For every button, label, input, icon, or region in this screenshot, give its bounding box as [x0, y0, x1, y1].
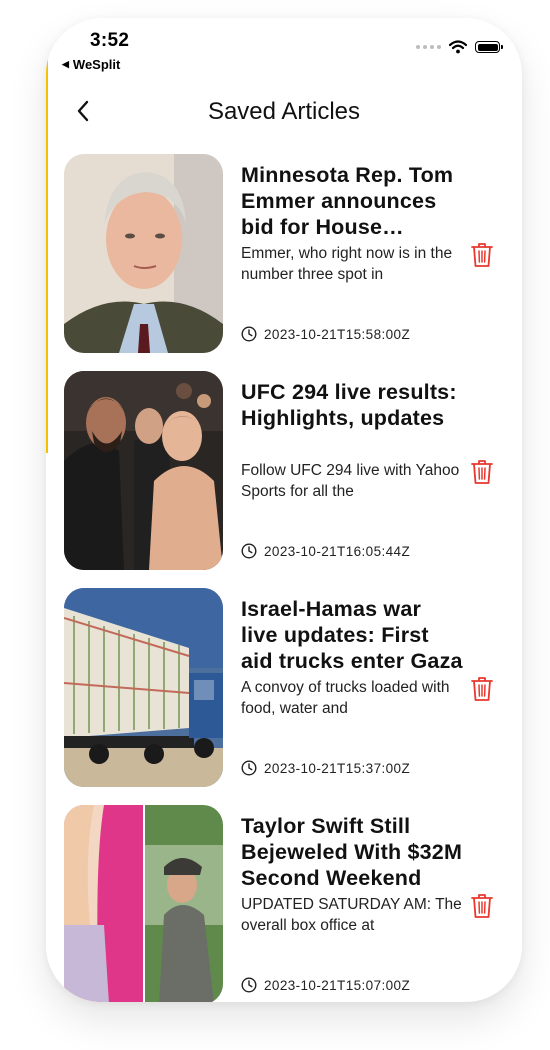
- trash-icon: [471, 894, 493, 918]
- portrait-photo: [64, 154, 223, 353]
- article-timestamp: 2023-10-21T16:05:44Z: [241, 543, 410, 559]
- article-description: Emmer, who right now is in the number th…: [241, 245, 453, 283]
- delete-button[interactable]: [468, 891, 496, 921]
- clock-icon: [241, 326, 257, 342]
- article-row[interactable]: Taylor Swift Still Bejeweled With $32M S…: [64, 805, 504, 1002]
- trash-icon: [471, 677, 493, 701]
- battery-icon: [475, 41, 503, 53]
- delete-button[interactable]: [468, 240, 496, 270]
- delete-button[interactable]: [468, 457, 496, 487]
- article-thumbnail: [64, 154, 223, 353]
- aid-trucks-photo: [64, 588, 223, 787]
- article-timestamp: 2023-10-21T15:37:00Z: [241, 760, 410, 776]
- split-photo: [64, 805, 223, 1002]
- status-bar: 3:52 ◀ WeSplit: [46, 18, 522, 72]
- trash-icon: [471, 243, 493, 267]
- fighters-photo: [64, 371, 223, 570]
- navigation-bar: Saved Articles: [46, 90, 522, 134]
- article-description: Follow UFC 294 live with Yahoo Sports fo…: [241, 462, 460, 500]
- article-thumbnail: [64, 805, 223, 1002]
- published-date: 2023-10-21T15:07:00Z: [264, 977, 411, 993]
- back-to-app-link[interactable]: ◀ WeSplit: [62, 57, 120, 72]
- back-triangle-icon: ◀: [62, 59, 69, 69]
- cellular-signal-icon: [416, 45, 441, 49]
- clock-icon: [241, 760, 257, 776]
- article-title: Minnesota Rep. Tom Emmer announces bid f…: [241, 163, 454, 239]
- article-timestamp: 2023-10-21T15:58:00Z: [241, 326, 410, 342]
- clock-icon: [241, 977, 257, 993]
- status-time: 3:52: [90, 30, 130, 51]
- article-description: A convoy of trucks loaded with food, wat…: [241, 679, 450, 717]
- article-list: Minnesota Rep. Tom Emmer announces bid f…: [64, 154, 504, 1002]
- page-title: Saved Articles: [207, 98, 361, 125]
- article-title: Taylor Swift Still Bejeweled With $32M S…: [241, 814, 463, 890]
- article-title: UFC 294 live results: Highlights, update…: [241, 380, 457, 430]
- status-icons: [416, 40, 503, 54]
- published-date: 2023-10-21T15:37:00Z: [264, 760, 411, 776]
- published-date: 2023-10-21T15:58:00Z: [264, 326, 411, 342]
- phone-frame: 3:52 ◀ WeSplit Saved Articles Minnesota …: [46, 18, 522, 1002]
- published-date: 2023-10-21T16:05:44Z: [264, 543, 411, 559]
- article-title: Israel-Hamas war live updates: First aid…: [241, 597, 463, 673]
- article-thumbnail: [64, 371, 223, 570]
- article-row[interactable]: Israel-Hamas war live updates: First aid…: [64, 588, 504, 805]
- clock-icon: [241, 543, 257, 559]
- article-description: UPDATED SATURDAY AM: The overall box off…: [241, 896, 462, 934]
- article-row[interactable]: Minnesota Rep. Tom Emmer announces bid f…: [64, 154, 504, 371]
- wifi-icon: [449, 40, 467, 54]
- back-to-app-label: WeSplit: [72, 57, 121, 72]
- article-thumbnail: [64, 588, 223, 787]
- trash-icon: [471, 460, 493, 484]
- article-timestamp: 2023-10-21T15:07:00Z: [241, 977, 410, 993]
- delete-button[interactable]: [468, 674, 496, 704]
- article-row[interactable]: UFC 294 live results: Highlights, update…: [64, 371, 504, 588]
